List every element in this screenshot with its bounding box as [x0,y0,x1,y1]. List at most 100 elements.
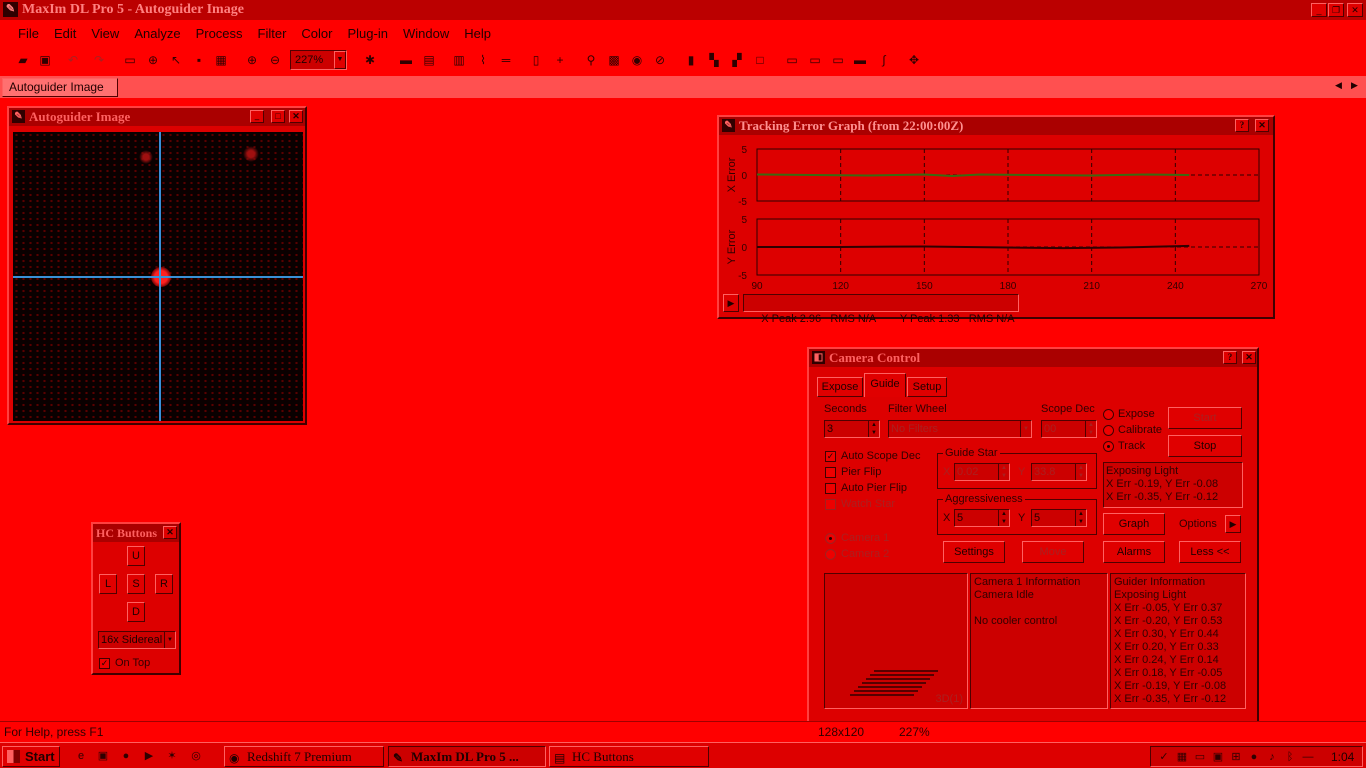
network-icon[interactable]: ✶ [165,749,179,763]
tray-bluetooth-icon[interactable]: ᛒ [1283,750,1297,764]
menu-edit[interactable]: Edit [54,26,76,41]
open-icon[interactable]: ▰ [14,51,32,69]
pointer-icon[interactable]: ↖ [167,51,185,69]
menu-view[interactable]: View [91,26,119,41]
menu-plugin[interactable]: Plug-in [348,26,388,41]
histogram-icon[interactable]: ▥ [450,51,468,69]
close-button[interactable]: ✕ [1255,119,1269,132]
maximize-button[interactable]: □ [271,110,285,123]
zoom-select[interactable]: 227% ▼ [290,50,347,70]
hc-down-button[interactable]: D [127,602,145,622]
minimize-button[interactable]: _ [1311,3,1327,17]
pier-flip-checkbox[interactable] [825,467,836,478]
scale-icon[interactable]: ═ [497,51,515,69]
tray-usb-icon[interactable]: ⊞ [1229,750,1243,764]
spin-arrows-icon[interactable]: ▲ ▼ [1075,510,1086,526]
save-icon[interactable]: ▣ [36,51,54,69]
hc-right-button[interactable]: R [155,574,173,594]
options-button[interactable]: ▶ [1225,515,1241,533]
autoguider-title-bar[interactable]: ✎ Autoguider Image _ □ ✕ [9,108,305,126]
filter-wheel-select[interactable]: No Filters ▼ [888,420,1032,438]
tray-app-icon[interactable]: ✓ [1157,750,1171,764]
guide-camera-image[interactable] [13,132,303,421]
task-hc-buttons[interactable]: ▤ HC Buttons [549,746,709,767]
less-button[interactable]: Less << [1179,541,1241,563]
image-icon[interactable]: ▭ [121,51,139,69]
tool-icon[interactable]: ✥ [905,51,923,69]
radio-track[interactable] [1103,441,1114,452]
tray-display-icon[interactable]: ▭ [1193,750,1207,764]
tray-power-icon[interactable]: — [1301,750,1315,764]
menu-analyze[interactable]: Analyze [134,26,180,41]
menu-help[interactable]: Help [464,26,491,41]
camera-control-title-bar[interactable]: ◧ Camera Control ? ✕ [809,349,1257,367]
plus-icon[interactable]: + [551,51,569,69]
tab-expose[interactable]: Expose [817,377,863,397]
panda-icon[interactable]: ● [119,749,133,763]
zoom-in-icon[interactable]: ⊕ [243,51,261,69]
tray-network-icon[interactable]: ▦ [1175,750,1189,764]
move-button[interactable]: Move [1022,541,1084,563]
help-button[interactable]: ? [1223,351,1237,364]
search-icon[interactable]: ◎ [189,749,203,763]
chevron-down-icon[interactable]: ▼ [1020,421,1031,437]
tab-scroll-left-icon[interactable]: ◀ [1335,80,1342,91]
tray-mouse-icon[interactable]: ● [1247,750,1261,764]
quick-launch-icon[interactable]: ▣ [96,749,110,763]
seconds-input[interactable]: 3 ▲ ▼ [824,420,880,438]
color-balance-icon[interactable]: ▭ [806,51,824,69]
ie-icon[interactable]: e [74,749,88,763]
line-profile-icon[interactable]: ⌇ [474,51,492,69]
graph-button[interactable]: Graph [1103,513,1165,535]
close-button[interactable]: ✕ [1347,3,1363,17]
menu-color[interactable]: Color [301,26,332,41]
tab-guide[interactable]: Guide [864,373,906,397]
filter-wheel-icon[interactable]: ▩ [605,51,623,69]
tab-scroll-right-icon[interactable]: ▶ [1351,80,1358,91]
spin-arrows-icon[interactable]: ▲ ▼ [1075,464,1086,480]
alarms-button[interactable]: Alarms [1103,541,1165,563]
redo-icon[interactable]: ↷ [90,51,108,69]
help-cursor-icon[interactable]: ✱ [361,51,379,69]
close-button[interactable]: ✕ [289,110,303,123]
watch-star-checkbox[interactable] [825,499,836,510]
spin-arrows-icon[interactable]: ▲ ▼ [998,464,1009,480]
frame-icon[interactable]: □ [751,51,769,69]
tab-autoguider-image[interactable]: Autoguider Image [2,78,118,97]
radio-expose[interactable] [1103,409,1114,420]
undo-icon[interactable]: ↶ [64,51,82,69]
menu-file[interactable]: File [18,26,39,41]
hc-left-button[interactable]: L [99,574,117,594]
radio-camera-2[interactable] [825,549,836,560]
on-top-checkbox[interactable]: ✓ [99,658,110,669]
graph-play-button[interactable]: ▶ [723,294,739,312]
radio-calibrate[interactable] [1103,425,1114,436]
guide-star-y-input[interactable]: 33.8 ▲ ▼ [1031,463,1087,481]
zoom-out-icon[interactable]: ⊖ [266,51,284,69]
radio-camera-1[interactable] [825,533,836,544]
hc-up-button[interactable]: U [127,546,145,566]
lock-icon[interactable]: ▪ [190,51,208,69]
info-icon[interactable]: ▤ [420,51,438,69]
stop-icon[interactable]: ⊘ [651,51,669,69]
telescope-icon[interactable]: ⚲ [582,51,600,69]
close-button[interactable]: ✕ [163,526,177,539]
aggressiveness-y-input[interactable]: 5 ▲ ▼ [1031,509,1087,527]
auto-scope-dec-checkbox[interactable]: ✓ [825,451,836,462]
start-button[interactable]: Start [2,746,60,767]
minimize-button[interactable]: _ [250,110,264,123]
spin-arrows-icon[interactable]: ▲ ▼ [868,421,879,437]
start-button[interactable]: Start [1168,407,1242,429]
task-redshift[interactable]: ◉ Redshift 7 Premium [224,746,384,767]
chevron-down-icon[interactable]: ▼ [164,632,175,648]
hc-title-bar[interactable]: HC Buttons ✕ [93,524,179,542]
curves-icon[interactable]: ∫ [875,51,893,69]
stack-icon[interactable]: ▞ [728,51,746,69]
stop-button[interactable]: Stop [1168,435,1242,457]
menu-process[interactable]: Process [196,26,243,41]
guide-star-x-input[interactable]: 0.02 ▲ ▼ [954,463,1010,481]
slew-rate-select[interactable]: 16x Sidereal ▼ [98,631,176,649]
measure-icon[interactable]: ▬ [851,51,869,69]
auto-pier-flip-checkbox[interactable] [825,483,836,494]
chevron-down-icon[interactable]: ▼ [334,51,346,69]
